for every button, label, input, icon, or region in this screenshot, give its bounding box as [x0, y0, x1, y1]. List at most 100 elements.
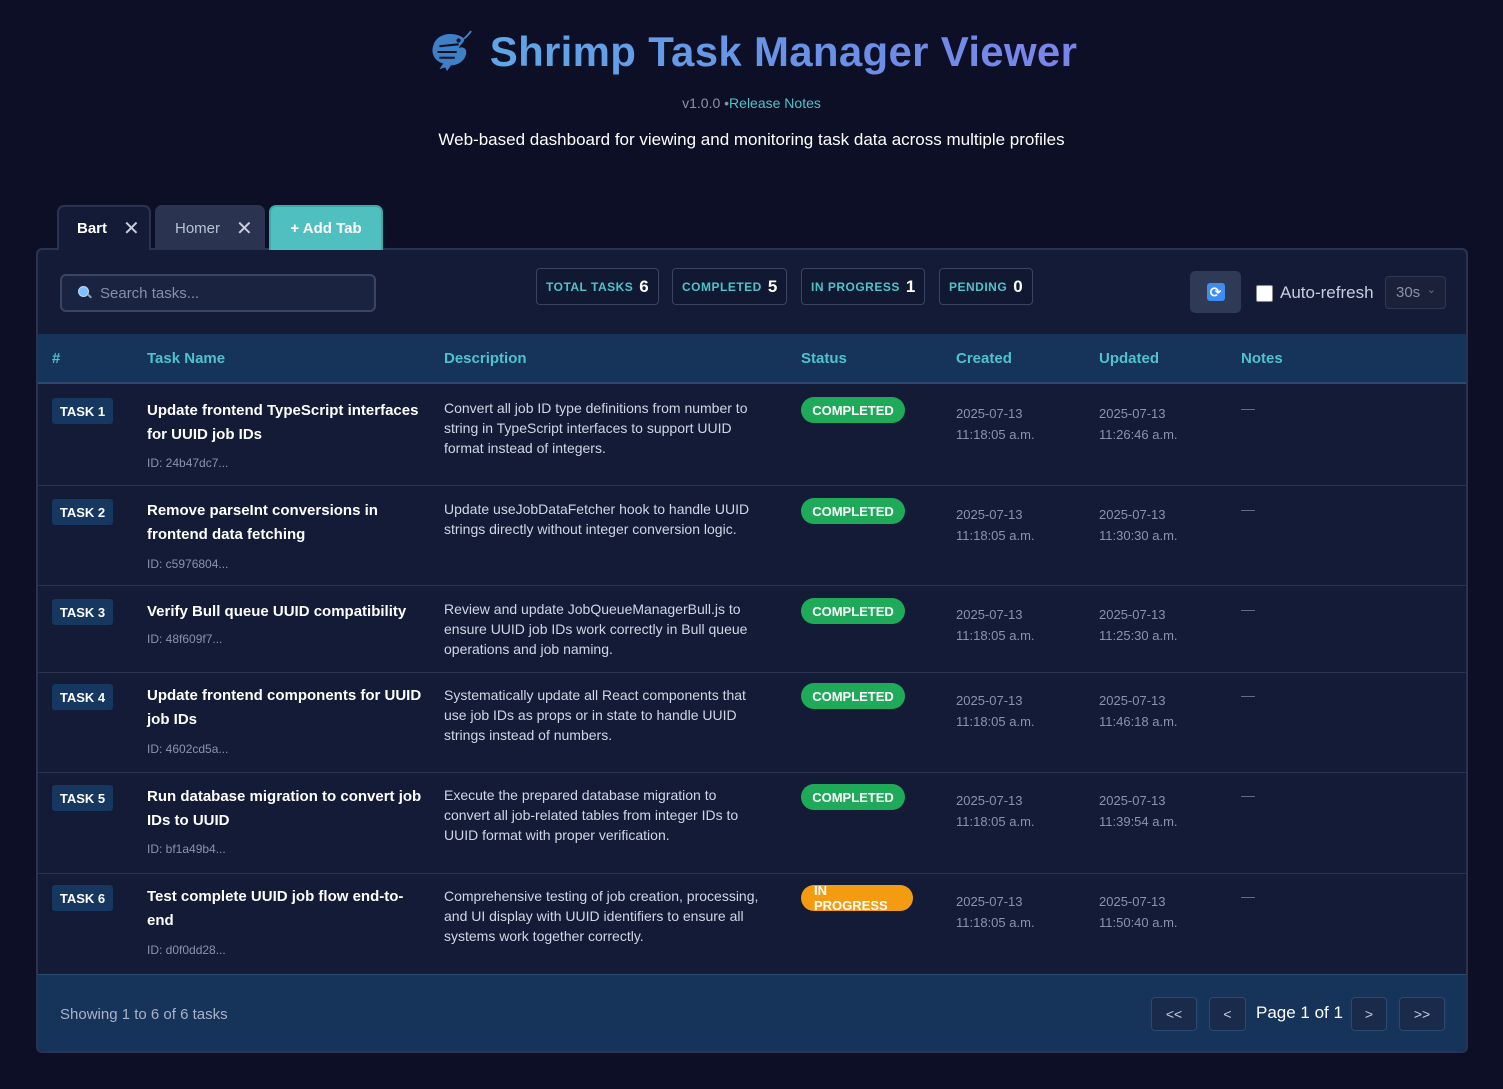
- date: 2025-07-13: [956, 406, 1023, 421]
- task-name: Run database migration to convert job ID…: [147, 788, 422, 829]
- version-row: v1.0.0 •Release Notes: [0, 95, 1503, 111]
- task-notes: —: [1241, 400, 1255, 416]
- table-row[interactable]: TASK 4 Update frontend components for UU…: [38, 673, 1466, 773]
- task-panel: TOTAL TASKS 6 COMPLETED 5 IN PROGRESS 1 …: [36, 248, 1468, 1053]
- search-box: [60, 274, 376, 312]
- task-name: Update frontend components for UUID job …: [147, 687, 422, 728]
- date: 2025-07-13: [956, 607, 1023, 622]
- task-name: Test complete UUID job flow end-to-end: [147, 888, 404, 929]
- date: 2025-07-13: [1099, 607, 1166, 622]
- stat-value: 5: [767, 276, 778, 296]
- table-row[interactable]: TASK 6 Test complete UUID job flow end-t…: [38, 874, 1466, 974]
- profile-tabs: Bart ✕ Homer ✕ + Add Tab: [57, 205, 383, 250]
- created-date: 2025-07-13 11:18:05 a.m.: [956, 891, 1035, 933]
- updated-date: 2025-07-13 11:46:18 a.m.: [1099, 690, 1178, 732]
- stat-in-progress: IN PROGRESS 1: [801, 268, 926, 305]
- stat-label: IN PROGRESS: [811, 279, 900, 294]
- time: 11:25:30 a.m.: [1099, 628, 1178, 643]
- status-badge: IN PROGRESS: [801, 883, 913, 913]
- date: 2025-07-13: [956, 894, 1023, 909]
- date: 2025-07-13: [1099, 894, 1166, 909]
- stat-value: 6: [639, 276, 649, 296]
- time: 11:18:05 a.m.: [956, 528, 1035, 543]
- created-date: 2025-07-13 11:18:05 a.m.: [956, 403, 1035, 445]
- refresh-interval-select[interactable]: 30s ⌄: [1385, 276, 1446, 309]
- status-badge: COMPLETED: [801, 683, 905, 709]
- prev-page-button[interactable]: <: [1209, 997, 1246, 1031]
- close-icon[interactable]: ✕: [123, 219, 140, 239]
- table-row[interactable]: TASK 3 Verify Bull queue UUID compatibil…: [38, 586, 1466, 673]
- tab-homer[interactable]: Homer ✕: [155, 205, 265, 250]
- stat-completed: COMPLETED 5: [672, 268, 788, 305]
- time: 11:50:40 a.m.: [1099, 915, 1178, 930]
- date: 2025-07-13: [1099, 507, 1166, 522]
- close-icon[interactable]: ✕: [236, 219, 253, 239]
- stat-total-tasks: TOTAL TASKS 6: [536, 268, 659, 305]
- column-header-created[interactable]: Created: [956, 350, 1012, 367]
- stat-label: COMPLETED: [682, 279, 762, 294]
- task-description: Update useJobDataFetcher hook to handle …: [444, 501, 750, 537]
- showing-count: Showing 1 to 6 of 6 tasks: [60, 1006, 228, 1023]
- created-date: 2025-07-13 11:18:05 a.m.: [956, 690, 1035, 732]
- task-notes: —: [1241, 787, 1255, 803]
- updated-date: 2025-07-13 11:50:40 a.m.: [1099, 891, 1178, 933]
- time: 11:30:30 a.m.: [1099, 528, 1178, 543]
- auto-refresh-toggle[interactable]: Auto-refresh: [1256, 283, 1374, 303]
- refresh-icon: ⟳: [1206, 283, 1225, 301]
- task-description: Review and update JobQueueManagerBull.js…: [444, 601, 748, 657]
- column-header-description[interactable]: Description: [444, 350, 527, 367]
- shrimp-icon: [432, 30, 472, 72]
- tab-bart[interactable]: Bart ✕: [57, 205, 151, 250]
- refresh-button[interactable]: ⟳: [1190, 271, 1241, 313]
- task-number-badge: TASK 2: [52, 499, 113, 525]
- task-id: ID: 48f609f7...: [147, 632, 223, 646]
- auto-refresh-label: Auto-refresh: [1280, 283, 1374, 302]
- task-notes: —: [1241, 888, 1255, 904]
- task-id: ID: bf1a49b4...: [147, 842, 226, 856]
- page-info: Page 1 of 1: [1256, 1003, 1343, 1022]
- status-badge: COMPLETED: [801, 498, 905, 524]
- table-row[interactable]: TASK 1 Update frontend TypeScript interf…: [38, 385, 1466, 486]
- app-title: Shrimp Task Manager Viewer: [489, 28, 1078, 75]
- next-page-button[interactable]: >: [1351, 997, 1387, 1031]
- task-number-badge: TASK 4: [52, 684, 113, 710]
- search-input[interactable]: [100, 284, 360, 302]
- version-text: v1.0.0: [682, 95, 721, 111]
- interval-value: 30s: [1396, 284, 1421, 301]
- task-notes: —: [1241, 501, 1255, 517]
- table-row[interactable]: TASK 2 Remove parseInt conversions in fr…: [38, 486, 1466, 586]
- task-name: Remove parseInt conversions in frontend …: [147, 502, 378, 543]
- column-header-number: #: [52, 350, 61, 367]
- auto-refresh-checkbox[interactable]: [1256, 284, 1273, 302]
- created-date: 2025-07-13 11:18:05 a.m.: [956, 604, 1035, 646]
- release-notes-link[interactable]: Release Notes: [729, 95, 821, 111]
- title-row: Shrimp Task Manager Viewer: [0, 28, 1503, 76]
- column-header-task-name[interactable]: Task Name: [147, 350, 225, 367]
- date: 2025-07-13: [1099, 793, 1166, 808]
- time: 11:18:05 a.m.: [956, 628, 1035, 643]
- last-page-button[interactable]: >>: [1399, 997, 1445, 1031]
- task-id: ID: 4602cd5a...: [147, 742, 229, 756]
- table-row[interactable]: TASK 5 Run database migration to convert…: [38, 773, 1466, 874]
- add-tab-button[interactable]: + Add Tab: [269, 205, 383, 250]
- date: 2025-07-13: [1099, 693, 1166, 708]
- date: 2025-07-13: [1099, 406, 1166, 421]
- column-header-status[interactable]: Status: [801, 350, 847, 367]
- time: 11:39:54 a.m.: [1099, 814, 1178, 829]
- toolbar: TOTAL TASKS 6 COMPLETED 5 IN PROGRESS 1 …: [38, 250, 1466, 334]
- updated-date: 2025-07-13 11:25:30 a.m.: [1099, 604, 1178, 646]
- column-header-updated[interactable]: Updated: [1099, 350, 1159, 367]
- task-name: Verify Bull queue UUID compatibility: [147, 603, 407, 620]
- stat-label: TOTAL TASKS: [546, 279, 634, 294]
- status-badge: COMPLETED: [801, 784, 905, 810]
- time: 11:26:46 a.m.: [1099, 427, 1178, 442]
- task-number-badge: TASK 6: [52, 885, 113, 911]
- first-page-button[interactable]: <<: [1151, 997, 1197, 1031]
- task-number-badge: TASK 5: [52, 785, 113, 811]
- task-number-badge: TASK 1: [52, 398, 113, 424]
- task-notes: —: [1241, 601, 1255, 617]
- stat-pending: PENDING 0: [939, 268, 1033, 305]
- stat-value: 0: [1013, 276, 1023, 296]
- stat-label: PENDING: [949, 279, 1008, 294]
- time: 11:46:18 a.m.: [1099, 714, 1178, 729]
